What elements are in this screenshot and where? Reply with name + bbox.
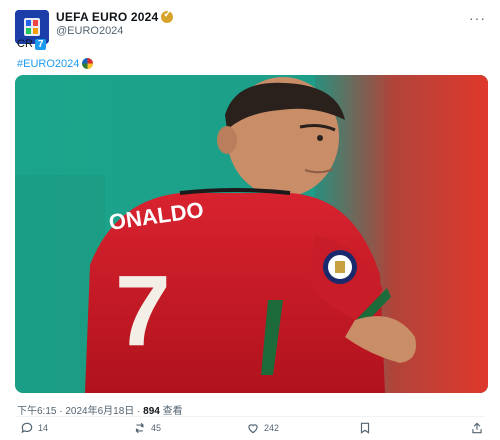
repost-button[interactable]: 45	[133, 421, 161, 435]
reply-button[interactable]: 14	[20, 421, 48, 435]
divider	[15, 416, 485, 417]
repost-icon	[135, 422, 144, 434]
share-icon	[472, 422, 482, 434]
author-name[interactable]: UEFA EURO 2024	[56, 9, 174, 24]
action-bar: 14 45 242	[0, 421, 500, 439]
tweet-meta: 下午6:15 · 2024年6月18日 · 894 查看	[17, 406, 183, 417]
euro-ball-icon	[82, 58, 94, 69]
author-name-text[interactable]: UEFA EURO 2024	[56, 10, 158, 24]
heart-icon	[248, 424, 258, 434]
like-button[interactable]: 242	[246, 421, 279, 435]
author-handle[interactable]: @EURO2024	[56, 25, 123, 37]
hashtag-text[interactable]: #EURO2024	[17, 58, 79, 70]
keycap-seven-emoji: 7	[34, 39, 47, 50]
more-options-icon[interactable]: ···	[469, 10, 486, 26]
bookmark-icon	[360, 422, 370, 434]
tweet-text: CR 7	[17, 38, 47, 50]
reply-count: 14	[38, 423, 49, 433]
bookmark-button[interactable]	[358, 421, 376, 435]
reply-icon	[21, 422, 33, 434]
tweet-photo[interactable]: ONALDO 7	[15, 75, 488, 393]
verified-badge-icon	[161, 9, 174, 23]
share-button[interactable]	[470, 421, 488, 435]
jersey-number: 7	[115, 255, 171, 367]
hashtag-link[interactable]: #EURO2024	[17, 58, 94, 70]
like-count: 242	[264, 423, 280, 433]
player-photo-illustration: ONALDO 7	[15, 75, 488, 393]
repost-count: 45	[151, 423, 162, 433]
tweet-text-prefix: CR	[17, 38, 33, 50]
